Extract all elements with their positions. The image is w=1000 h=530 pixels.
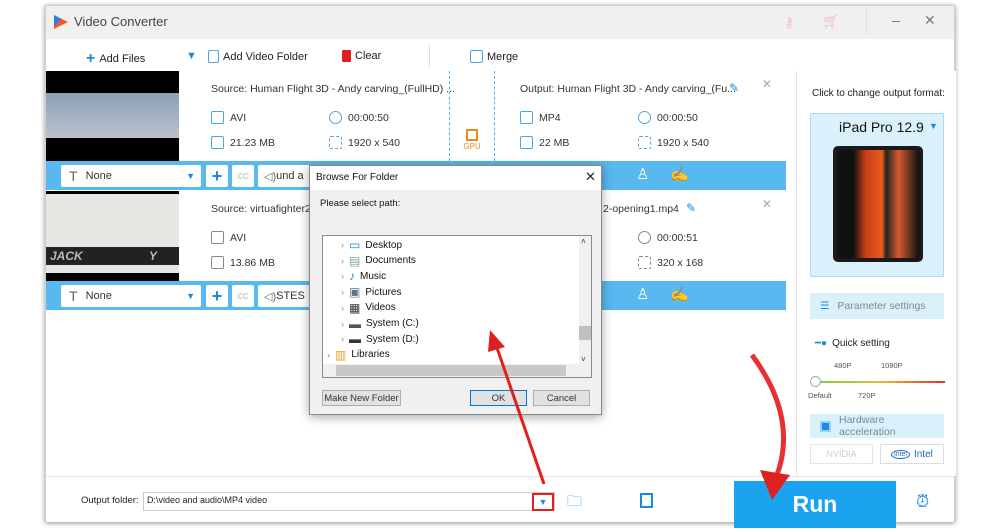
- red-arrow: [494, 344, 546, 485]
- red-curved-arrow-head: [760, 470, 790, 500]
- red-curved-arrow: [749, 353, 787, 481]
- red-arrow-head: [488, 330, 505, 352]
- annotation-arrows: [488, 330, 790, 500]
